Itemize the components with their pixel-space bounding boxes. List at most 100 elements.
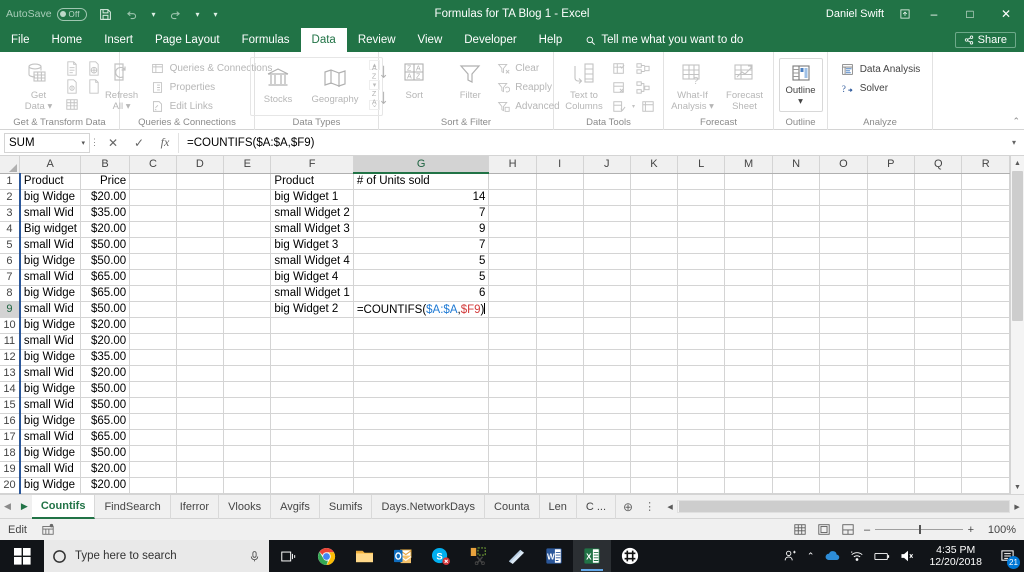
cell-J8[interactable] [583, 285, 631, 302]
cell-R12[interactable] [961, 349, 1010, 366]
cell-B17[interactable]: $65.00 [80, 429, 131, 446]
cell-E21[interactable] [223, 493, 272, 494]
battery-icon[interactable] [874, 551, 890, 562]
cell-E11[interactable] [223, 333, 272, 350]
restore-button[interactable]: □ [952, 0, 988, 28]
column-header-I[interactable]: I [536, 156, 584, 174]
refresh-all-button[interactable]: Refresh All ▾ [100, 56, 144, 112]
cell-N13[interactable] [772, 365, 821, 382]
cell-L7[interactable] [677, 269, 726, 286]
sort-button[interactable]: Z A A Z Sort [396, 56, 432, 101]
cell-P5[interactable] [867, 237, 916, 254]
cell-M11[interactable] [724, 333, 773, 350]
cell-N4[interactable] [772, 221, 821, 238]
stocks-button[interactable]: Stocks [253, 60, 303, 105]
windows-start-icon[interactable] [0, 540, 44, 572]
excel-icon[interactable]: X [573, 540, 611, 572]
cell-P4[interactable] [867, 221, 916, 238]
cell-D16[interactable] [176, 413, 225, 430]
cell-B4[interactable]: $20.00 [80, 221, 131, 238]
cell-H19[interactable] [488, 461, 537, 478]
cell-P18[interactable] [867, 445, 916, 462]
normal-view-icon[interactable] [792, 522, 808, 538]
onedrive-icon[interactable] [824, 550, 840, 562]
cell-L10[interactable] [677, 317, 726, 334]
cell-H10[interactable] [488, 317, 537, 334]
cell-A18[interactable]: big Widge [18, 445, 81, 462]
cell-P9[interactable] [867, 301, 916, 318]
cell-C10[interactable] [129, 317, 177, 334]
cell-D13[interactable] [176, 365, 225, 382]
cell-B21[interactable]: $35.00 [80, 493, 131, 494]
column-header-K[interactable]: K [630, 156, 679, 174]
autosave-control[interactable]: AutoSave Off [6, 7, 91, 21]
cell-F16[interactable] [270, 413, 354, 430]
cell-I20[interactable] [536, 477, 584, 494]
cell-P20[interactable] [867, 477, 916, 494]
data-analysis-button[interactable]: Data Analysis [838, 60, 923, 78]
customize-qat-icon[interactable]: ▾ [209, 3, 223, 25]
cell-A1[interactable]: Product [18, 173, 81, 190]
cell-G14[interactable] [353, 381, 490, 398]
cell-H14[interactable] [488, 381, 537, 398]
cell-E2[interactable] [223, 189, 272, 206]
cell-G17[interactable] [353, 429, 490, 446]
cell-B19[interactable]: $20.00 [80, 461, 131, 478]
cell-J13[interactable] [583, 365, 631, 382]
cell-A7[interactable]: small Wid [18, 269, 81, 286]
tab-view[interactable]: View [407, 28, 454, 52]
cell-O10[interactable] [819, 317, 868, 334]
row-header-5[interactable]: 5 [0, 237, 21, 254]
remove-duplicates-icon[interactable] [611, 79, 627, 95]
cell-H13[interactable] [488, 365, 537, 382]
vertical-scroll-thumb[interactable] [1012, 171, 1023, 321]
cell-G8[interactable]: 6 [353, 285, 490, 302]
row-header-13[interactable]: 13 [0, 365, 21, 382]
cell-O5[interactable] [819, 237, 868, 254]
cell-Q21[interactable] [914, 493, 963, 494]
cell-C2[interactable] [129, 189, 177, 206]
cell-H4[interactable] [488, 221, 537, 238]
cell-C18[interactable] [129, 445, 177, 462]
cell-O18[interactable] [819, 445, 868, 462]
cell-L4[interactable] [677, 221, 726, 238]
cell-K5[interactable] [630, 237, 679, 254]
cell-M15[interactable] [724, 397, 773, 414]
scroll-up-icon[interactable]: ▲ [1011, 156, 1024, 170]
cell-G20[interactable] [353, 477, 490, 494]
cell-A10[interactable]: big Widge [18, 317, 81, 334]
cell-E9[interactable] [223, 301, 272, 318]
cell-K7[interactable] [630, 269, 679, 286]
cell-R11[interactable] [961, 333, 1010, 350]
cell-D14[interactable] [176, 381, 225, 398]
cell-Q5[interactable] [914, 237, 963, 254]
insert-function-button[interactable]: fx [152, 135, 178, 150]
cell-M18[interactable] [724, 445, 773, 462]
cell-M14[interactable] [724, 381, 773, 398]
cell-M1[interactable] [724, 173, 773, 190]
zoom-out-button[interactable]: – [864, 524, 870, 536]
cell-B13[interactable]: $20.00 [80, 365, 131, 382]
flash-fill-icon[interactable] [611, 60, 627, 76]
cell-D1[interactable] [176, 173, 225, 190]
tab-review[interactable]: Review [347, 28, 407, 52]
column-header-Q[interactable]: Q [914, 156, 963, 174]
cell-P16[interactable] [867, 413, 916, 430]
cell-R5[interactable] [961, 237, 1010, 254]
cell-P8[interactable] [867, 285, 916, 302]
cell-A3[interactable]: small Wid [18, 205, 81, 222]
cell-F9[interactable]: big Widget 2 [270, 300, 354, 318]
cell-K2[interactable] [630, 189, 679, 206]
cell-E14[interactable] [223, 381, 272, 398]
enter-entry-button[interactable]: ✓ [126, 136, 152, 150]
cell-R7[interactable] [961, 269, 1010, 286]
cell-N11[interactable] [772, 333, 821, 350]
cell-L3[interactable] [677, 205, 726, 222]
cell-L11[interactable] [677, 333, 726, 350]
cell-I9[interactable] [536, 301, 584, 318]
cell-I13[interactable] [536, 365, 584, 382]
cell-E13[interactable] [223, 365, 272, 382]
cell-D10[interactable] [176, 317, 225, 334]
manage-data-model-icon[interactable] [640, 98, 656, 114]
cell-F2[interactable]: big Widget 1 [270, 189, 354, 206]
